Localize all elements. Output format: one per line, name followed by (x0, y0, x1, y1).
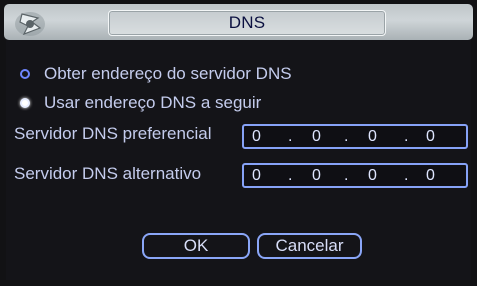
octet-2[interactable]: 0 (312, 167, 321, 185)
octet-2[interactable]: 0 (312, 128, 321, 146)
title-bar: DNS (4, 4, 473, 40)
ok-button[interactable]: OK (142, 233, 250, 259)
octet-separator: . (404, 166, 409, 184)
octet-separator: . (404, 127, 409, 145)
alternate-dns-input[interactable]: 0 . 0 . 0 . 0 (242, 163, 468, 188)
radio-use-dns-label: Usar endereço DNS a seguir (44, 93, 262, 112)
radio-unchecked-icon (20, 69, 30, 79)
preferred-dns-input[interactable]: 0 . 0 . 0 . 0 (242, 124, 468, 149)
alternate-dns-label: Servidor DNS alternativo (14, 164, 202, 183)
octet-4[interactable]: 0 (426, 128, 435, 146)
octet-separator: . (288, 127, 293, 145)
radio-checked-icon (20, 98, 30, 108)
octet-3[interactable]: 0 (368, 167, 377, 185)
octet-1[interactable]: 0 (252, 128, 261, 146)
octet-3[interactable]: 0 (368, 128, 377, 146)
octet-separator: . (344, 166, 349, 184)
octet-separator: . (288, 166, 293, 184)
octet-4[interactable]: 0 (426, 167, 435, 185)
preferred-dns-label: Servidor DNS preferencial (14, 124, 212, 143)
octet-1[interactable]: 0 (252, 167, 261, 185)
octet-separator: . (344, 127, 349, 145)
title-pill: DNS (108, 10, 386, 36)
dns-dialog: DNS Obter endereço do servidor DNS Usar … (0, 0, 477, 286)
dialog-title: DNS (228, 13, 266, 32)
brand-logo-icon (15, 12, 45, 36)
cancel-button[interactable]: Cancelar (257, 233, 362, 259)
radio-obtain-dns[interactable]: Obter endereço do servidor DNS (20, 64, 292, 84)
radio-obtain-dns-label: Obter endereço do servidor DNS (44, 64, 292, 83)
radio-use-dns[interactable]: Usar endereço DNS a seguir (20, 93, 261, 113)
